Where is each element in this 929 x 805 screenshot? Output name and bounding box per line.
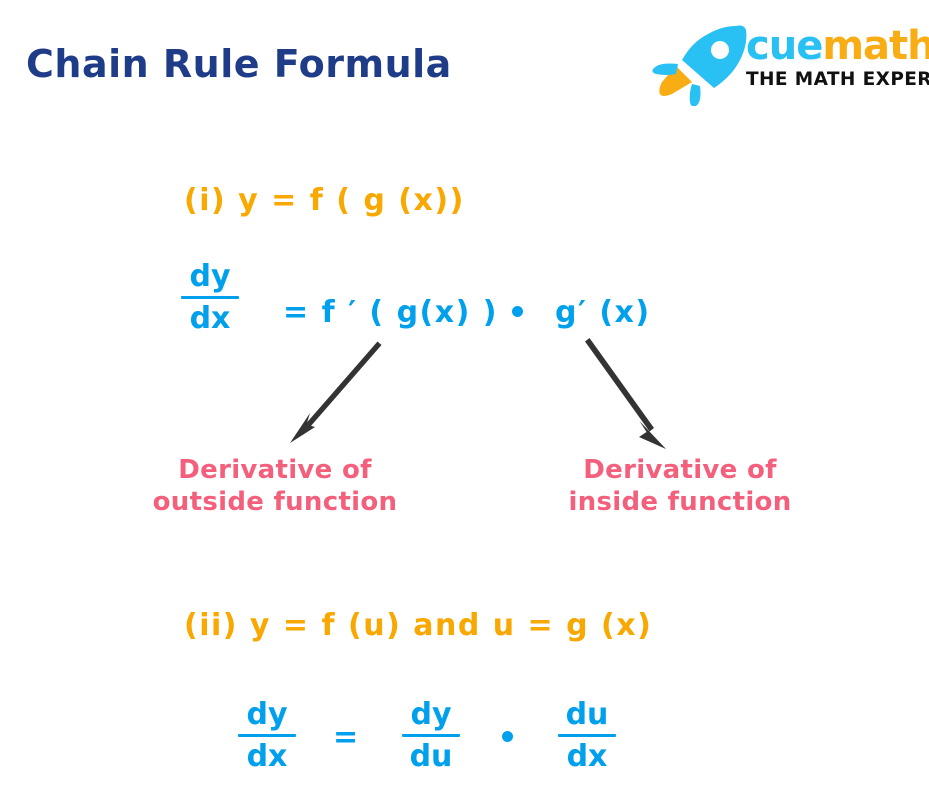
brand-name: cuemath bbox=[746, 23, 929, 69]
callout-inside-line-1: Derivative of bbox=[583, 455, 777, 485]
formula-one-inner-derivative: g′ (x) bbox=[555, 295, 651, 330]
formula-two-equals-sign: = bbox=[333, 720, 359, 755]
fraction-denominator: dx bbox=[566, 739, 608, 774]
arrow-right-head bbox=[639, 421, 666, 449]
logo-wordmark: cuemath THE MATH EXPERT bbox=[746, 23, 929, 90]
fraction-dy-du: dy du bbox=[402, 700, 460, 772]
arrow-left-shaft bbox=[299, 341, 382, 435]
page-title: Chain Rule Formula bbox=[26, 42, 452, 86]
fraction-numerator: du bbox=[565, 697, 609, 732]
fraction-numerator: dy bbox=[410, 697, 452, 732]
arrow-right-shaft bbox=[585, 338, 654, 432]
multiplication-dot-icon-second bbox=[502, 731, 513, 742]
brand-cue: cue bbox=[746, 23, 823, 69]
fraction-numerator: dy bbox=[189, 259, 231, 294]
rocket-icon bbox=[652, 25, 747, 106]
multiplication-dot-icon bbox=[512, 306, 523, 317]
arrow-left-head bbox=[290, 413, 315, 443]
fraction-denominator: du bbox=[409, 739, 453, 774]
annotation-arrows bbox=[290, 338, 666, 449]
brand-math: math bbox=[822, 23, 929, 69]
fraction-du-dx: du dx bbox=[558, 700, 616, 772]
fraction-dy-dx-first: dy dx bbox=[181, 262, 239, 334]
fraction-numerator: dy bbox=[246, 697, 288, 732]
callout-inside-line-2: inside function bbox=[568, 486, 792, 517]
formula-one-right-hand-side: = f ′ ( g(x) ) bbox=[283, 295, 498, 330]
poster-canvas: Chain Rule Formula cuemath THE MATH EXPE… bbox=[0, 0, 929, 805]
fraction-denominator: dx bbox=[246, 739, 288, 774]
formula-one-statement: (i) y = f ( g (x)) bbox=[184, 183, 465, 218]
fraction-dy-dx-second: dy dx bbox=[238, 700, 296, 772]
callout-outside-line-2: outside function bbox=[152, 486, 398, 517]
cuemath-logo: cuemath THE MATH EXPERT bbox=[648, 20, 929, 112]
logo-tagline: THE MATH EXPERT bbox=[746, 69, 929, 90]
formula-two-statement: (ii) y = f (u) and u = g (x) bbox=[184, 608, 653, 643]
callout-outside-line-1: Derivative of bbox=[178, 455, 372, 485]
fraction-denominator: dx bbox=[189, 301, 231, 336]
callout-inside-function: Derivative of inside function bbox=[540, 455, 820, 518]
callout-outside-function: Derivative of outside function bbox=[110, 455, 440, 518]
